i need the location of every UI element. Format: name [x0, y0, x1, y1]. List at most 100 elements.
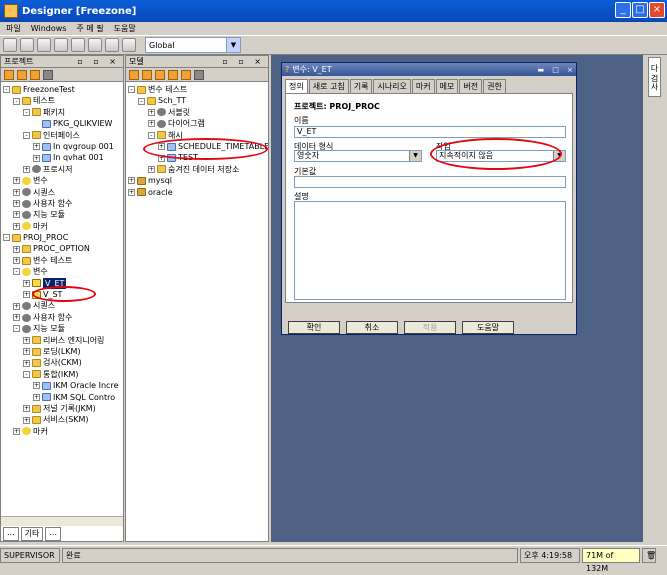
expand-icon[interactable]: + — [148, 120, 155, 128]
expand-icon[interactable]: + — [13, 211, 20, 219]
expand-icon[interactable]: + — [13, 188, 20, 196]
collapse-icon[interactable]: - — [13, 325, 20, 333]
tool-icon[interactable] — [54, 38, 68, 52]
tree-node[interactable]: + 변수 테스트 — [3, 255, 123, 266]
menu-view[interactable]: 주 메 필 — [76, 23, 103, 34]
tool-icon[interactable] — [105, 38, 119, 52]
expand-icon[interactable]: + — [23, 416, 30, 424]
expand-icon[interactable]: + — [128, 188, 135, 196]
tree-node[interactable]: - 변수 테스트 — [128, 84, 268, 95]
menu-help[interactable]: 도움말 — [114, 23, 136, 34]
tool-icon[interactable] — [155, 69, 165, 80]
collapse-icon[interactable]: - — [148, 131, 155, 139]
horizontal-scrollbar[interactable] — [1, 516, 123, 526]
context-select[interactable]: Global ▼ — [145, 37, 241, 53]
tree-node[interactable]: + In qvgroup 001 — [3, 141, 123, 152]
tree-node[interactable]: + mysql — [128, 175, 268, 186]
tree-node[interactable]: PKG_QLIKVIEW — [3, 118, 123, 129]
expand-icon[interactable]: + — [33, 382, 40, 390]
expand-icon[interactable]: + — [13, 427, 20, 435]
tree-node[interactable]: + 저널 기록(JKM) — [3, 403, 123, 414]
tree-node[interactable]: + 서비스(SKM) — [3, 414, 123, 425]
tool-icon[interactable] — [88, 38, 102, 52]
panel-controls[interactable]: ▫ ▫ × — [222, 57, 265, 66]
tree-node[interactable]: + 로딩(LKM) — [3, 346, 123, 357]
collapse-icon[interactable]: - — [128, 86, 135, 94]
expand-icon[interactable]: + — [33, 393, 40, 401]
tree-node[interactable]: + 변수 — [3, 175, 123, 186]
tree-node[interactable]: + 사용자 함수 — [3, 312, 123, 323]
tree-node[interactable]: + PROC_OPTION — [3, 243, 123, 254]
tree-node[interactable]: + 서블릿 — [128, 107, 268, 118]
tool-icon[interactable] — [142, 69, 152, 80]
tab-memo[interactable]: 메모 — [435, 79, 459, 93]
apply-button[interactable]: 적용 — [404, 321, 456, 334]
tree-node[interactable]: + IKM Oracle Incre — [3, 380, 123, 391]
expand-icon[interactable]: + — [33, 143, 40, 151]
help-button[interactable]: 도움말 — [462, 321, 514, 334]
collapse-icon[interactable]: - — [138, 97, 145, 105]
expand-icon[interactable]: + — [23, 279, 30, 287]
expand-icon[interactable]: + — [13, 257, 20, 265]
expand-icon[interactable]: + — [23, 165, 30, 173]
tool-icon[interactable] — [37, 38, 51, 52]
tab-refresh[interactable]: 새로 고침 — [308, 79, 349, 93]
collapse-icon[interactable]: - — [23, 370, 30, 378]
bottom-tab[interactable]: ... — [3, 527, 19, 541]
default-field[interactable] — [294, 176, 566, 188]
expand-icon[interactable]: + — [13, 302, 20, 310]
bottom-tab[interactable]: 기타 — [20, 527, 44, 541]
tree-node[interactable]: + 시퀀스 — [3, 187, 123, 198]
expand-icon[interactable]: + — [148, 108, 155, 116]
expand-icon[interactable]: + — [23, 359, 30, 367]
expand-icon[interactable]: + — [148, 165, 155, 173]
trash-icon[interactable]: 🗑 — [642, 548, 656, 563]
expand-icon[interactable]: + — [128, 177, 135, 185]
collapse-icon[interactable]: - — [3, 234, 10, 242]
datatype-select[interactable]: 영숫자 ▼ — [294, 150, 422, 162]
minimize-button[interactable]: _ — [615, 2, 631, 18]
expand-icon[interactable]: + — [23, 336, 30, 344]
collapse-icon[interactable]: - — [13, 268, 20, 276]
tree-node[interactable]: - FreezoneTest — [3, 84, 123, 95]
dialog-window-controls[interactable]: ▬ □ × — [537, 66, 576, 74]
tree-node[interactable]: - Sch_TT — [128, 95, 268, 106]
tool-icon[interactable] — [181, 69, 191, 80]
tree-node[interactable]: + 지능 모듈 — [3, 209, 123, 220]
tree-node[interactable]: - 변수 — [3, 266, 123, 277]
description-area[interactable] — [294, 201, 566, 300]
expand-icon[interactable]: + — [13, 222, 20, 230]
tree-node[interactable]: + 사용자 함수 — [3, 198, 123, 209]
panel-controls[interactable]: ▫ ▫ × — [77, 57, 120, 66]
bottom-tab[interactable]: ... — [45, 527, 62, 541]
tool-icon[interactable] — [4, 69, 14, 80]
tree-node[interactable]: + 프로시저 — [3, 164, 123, 175]
collapse-icon[interactable]: - — [23, 131, 30, 139]
tree-node[interactable]: + 리버스 엔지니어링 — [3, 335, 123, 346]
tab-marker[interactable]: 마커 — [411, 79, 435, 93]
tree-node[interactable]: + 숨겨진 데이터 저장소 — [128, 164, 268, 175]
tool-icon[interactable] — [129, 69, 139, 80]
tree-node[interactable]: + 시퀀스 — [3, 300, 123, 311]
tree-node[interactable]: + 마커 — [3, 221, 123, 232]
tree-node[interactable]: + 다이어그램 — [128, 118, 268, 129]
tab-scenario[interactable]: 시나리오 — [373, 79, 411, 93]
menu-file[interactable]: 파일 — [6, 23, 21, 34]
tree-node[interactable]: - 통합(IKM) — [3, 369, 123, 380]
trash-icon[interactable] — [194, 69, 204, 80]
expand-icon[interactable]: + — [23, 291, 30, 299]
expand-icon[interactable]: + — [13, 245, 20, 253]
expand-icon[interactable]: + — [33, 154, 40, 162]
close-button[interactable]: × — [649, 2, 665, 18]
collapse-icon[interactable]: - — [3, 86, 10, 94]
tool-icon[interactable] — [20, 38, 34, 52]
ok-button[interactable]: 확인 — [288, 321, 340, 334]
name-field[interactable]: V_ET — [294, 126, 566, 138]
tool-icon[interactable] — [168, 69, 178, 80]
tab-history[interactable]: 기록 — [349, 79, 373, 93]
tree-node[interactable]: + 마커 — [3, 426, 123, 437]
tree-node[interactable]: + In qvhat 001 — [3, 152, 123, 163]
tree-node[interactable]: + oracle — [128, 187, 268, 198]
tree-node[interactable]: - 패키지 — [3, 107, 123, 118]
collapse-icon[interactable]: - — [23, 108, 30, 116]
